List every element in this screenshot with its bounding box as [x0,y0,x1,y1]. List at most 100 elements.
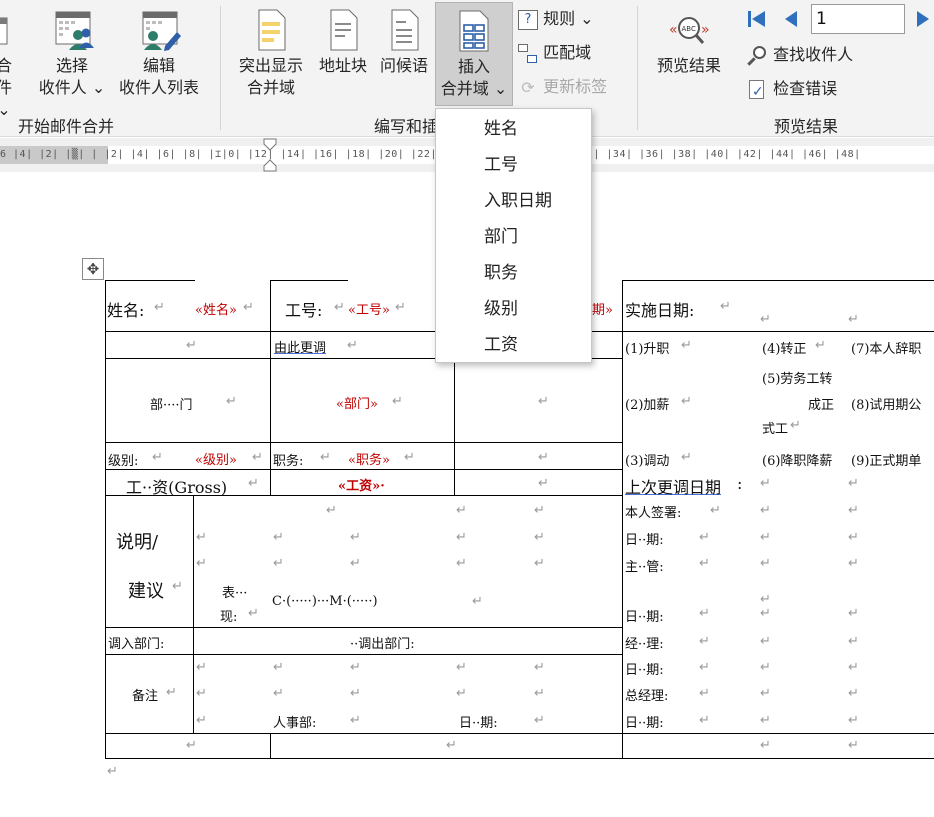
paragraph-mark: ↵ [107,764,118,779]
menu-item-level[interactable]: 级别 [436,291,591,327]
reason-text: 由此更调 [274,341,327,356]
id-merge-field: «工号» [348,303,390,318]
performance-label-line1: 表··· [222,586,248,601]
paragraph-mark: ↵ [350,530,361,545]
menu-item-employee-id[interactable]: 工号 [436,147,591,183]
edit-recipient-list-button[interactable]: 编辑 收件人列表 [113,8,205,99]
menu-item-department[interactable]: 部门 [436,219,591,255]
paragraph-mark: ↵ [326,503,337,518]
paragraph-mark: ↵ [456,660,467,675]
paragraph-mark: ↵ [848,556,859,571]
first-record-button[interactable] [745,8,769,30]
paragraph-mark: ↵ [760,713,771,728]
table-border [454,358,455,496]
edit-recipient-list-label-1: 编辑 [142,56,175,75]
record-number-input[interactable]: 1 [811,4,905,34]
highlight-fields-icon [258,9,286,51]
group-label-write-insert: 编写和插 [374,117,439,136]
insert-merge-field-button[interactable]: 插入 合并域 ⌄ [435,2,513,106]
paragraph-mark: ↵ [186,338,197,353]
check-errors-button[interactable]: ✓ 检查错误 [746,76,837,102]
svg-text:«: « [669,22,678,38]
previous-record-button[interactable] [780,8,802,30]
start-mail-merge-button[interactable]: 合 件 ⌄ [0,4,14,121]
table-border [622,280,934,281]
paragraph-mark: ↵ [760,476,771,491]
paragraph-mark: ↵ [534,660,545,675]
first-record-icon [748,11,765,27]
manager-label: 经··理: [625,637,664,652]
menu-item-salary[interactable]: 工资 [436,327,591,363]
paragraph-mark: ↵ [699,686,710,701]
match-fields-button[interactable]: 匹配域 [518,40,591,66]
menu-item-hire-date[interactable]: 入职日期 [436,183,591,219]
mail-merge-icon [0,17,8,45]
next-record-button[interactable] [912,8,934,30]
paragraph-mark: ↵ [273,530,284,545]
greeting-line-label: 问候语 [379,56,428,75]
paragraph-mark: ↵ [456,556,467,571]
paragraph-mark: ↵ [350,713,361,728]
paragraph-mark: ↵ [226,394,237,409]
paragraph-mark: ↵ [760,738,771,753]
previous-record-icon [785,11,797,27]
level-label: 级别: [108,454,139,469]
edit-list-icon [142,11,181,51]
indent-marker-icon [263,138,277,172]
menu-item-name[interactable]: 姓名 [436,111,591,147]
table-move-handle-icon[interactable]: ✥ [82,258,104,280]
group-separator [637,6,638,130]
select-recipients-button[interactable]: 选择 收件人 ⌄ [34,8,110,99]
paragraph-mark: ↵ [848,686,859,701]
find-recipient-button[interactable]: 查找收件人 [746,42,853,68]
menu-item-position[interactable]: 职务 [436,255,591,291]
paragraph-mark: ↵ [815,338,826,353]
paragraph-mark: ↵ [848,476,859,491]
paragraph-mark: ↵ [534,503,545,518]
paragraph-mark: ↵ [848,738,859,753]
paragraph-mark: ↵ [848,606,859,621]
update-labels-button[interactable]: ⟳ 更新标签 [518,74,607,100]
svg-text:»: » [701,22,710,38]
check-errors-label: 检查错误 [773,79,838,98]
paragraph-mark: ↵ [681,450,692,465]
paragraph-mark: ↵ [196,686,207,701]
paragraph-mark: ↵ [760,686,771,701]
table-border [105,733,934,734]
paragraph-mark: ↵ [720,299,731,314]
table-border [193,495,194,733]
table-border [105,758,934,759]
supervisor-label: 主··管: [625,560,664,575]
paragraph-mark: ↵ [790,418,801,433]
paragraph-mark: ↵ [534,686,545,701]
option-contract-conversion: (5)劳务工转 [762,372,833,387]
insert-merge-field-label-2: 合并域 ⌄ [440,79,508,98]
paragraph-mark: ↵ [392,394,403,409]
greeting-line-button[interactable]: 问候语 [375,8,433,77]
preview-results-button[interactable]: « » ABC 预览结果 [650,8,728,77]
date-label: 日··期: [625,610,664,625]
title-label: 职务: [273,454,304,469]
preview-results-icon: « » ABC [669,17,710,44]
address-block-button[interactable]: 地址块 [314,8,372,77]
paragraph-mark: ↵ [760,592,771,607]
highlight-merge-fields-button[interactable]: 突出显示 合并域 [232,8,310,99]
colon: : [737,474,743,493]
effective-date-label: 实施日期: [625,301,695,320]
department-merge-field: «部门» [336,397,378,412]
paragraph-mark: ↵ [196,556,207,571]
table-border [622,280,623,759]
indent-marker[interactable] [263,138,277,172]
table-border [105,280,195,281]
option-contract-conversion-2: 成正 [808,398,835,413]
paragraph-mark: ↵ [681,394,692,409]
option-transfer: (3)调动 [625,454,670,469]
next-record-icon [917,11,929,27]
paragraph-mark: ↵ [243,300,254,315]
rules-button[interactable]: ? 规则 ⌄ [518,6,594,32]
paragraph-mark: ↵ [273,556,284,571]
insert-field-icon [459,10,489,52]
paragraph-mark: ↵ [334,300,345,315]
paragraph-mark: ↵ [196,530,207,545]
highlight-merge-fields-label-1: 突出显示 [238,56,303,75]
